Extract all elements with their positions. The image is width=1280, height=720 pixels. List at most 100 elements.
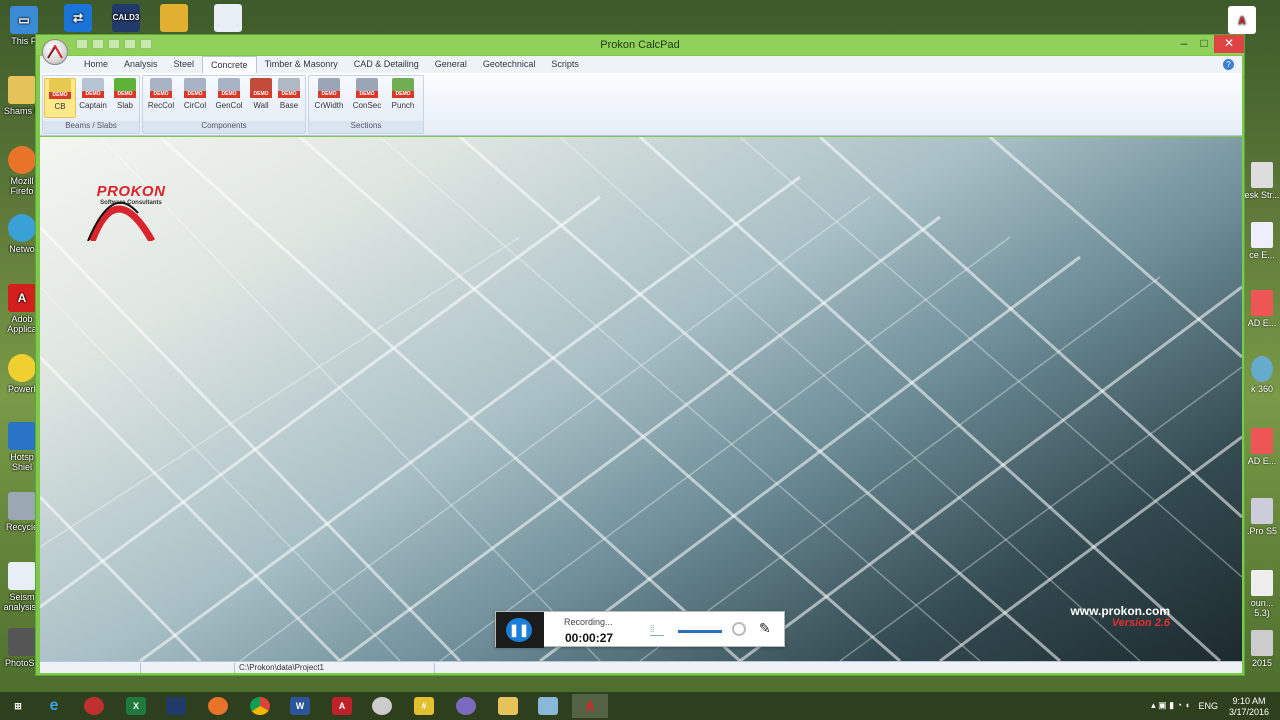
prokon-arch-icon [87, 201, 156, 241]
taskbar-app-grid[interactable]: # [406, 694, 442, 718]
prokon-icon: ∧ [584, 698, 596, 715]
app-icon [1251, 428, 1273, 454]
taskbar-excel[interactable]: X [118, 694, 154, 718]
prokon-logo: PROKON Software Consultants [86, 183, 176, 241]
desktop-icon-prokon-top[interactable]: ∧ [1222, 6, 1262, 36]
prokon-icon: ∧ [1228, 6, 1256, 34]
desktop-icon-label: AD E... [1247, 318, 1277, 328]
tray-icons[interactable]: ▴ ▣ ▮ ◔ ◖ [1151, 700, 1190, 711]
reccol-button[interactable]: DEMO RecCol [145, 78, 177, 110]
desktop-icon-right-7[interactable]: oun... 5.3) [1244, 570, 1280, 618]
app-icon [1251, 570, 1273, 596]
ribbon-group-beams-slabs: DEMO CB DEMO Captain DEMO Slab Beams / S… [42, 75, 140, 134]
slab-button[interactable]: DEMO Slab [109, 78, 141, 110]
tab-concrete[interactable]: Concrete [202, 56, 257, 73]
prokon-logo-icon [47, 45, 63, 59]
word-document-icon [214, 4, 242, 32]
system-tray: ▴ ▣ ▮ ◔ ◖ ENG 9:10 AM 3/17/2016 [1112, 692, 1272, 720]
captain-label: Captain [79, 101, 107, 110]
desktop-icon-right-4[interactable]: k 360 [1244, 356, 1280, 394]
start-button[interactable]: ⊞ [0, 694, 36, 718]
punch-button[interactable]: DEMO Punch [387, 78, 419, 110]
audio-level-icon: ⦙⦙ [650, 624, 664, 636]
desktop-icon-teamviewer[interactable]: ⇄ [58, 4, 98, 34]
close-button[interactable]: ✕ [1214, 35, 1244, 53]
crwidth-button[interactable]: DEMO CrWidth [313, 78, 345, 110]
wall-icon: DEMO [250, 78, 272, 98]
taskbar-app-notes[interactable] [530, 694, 566, 718]
desktop-icon-right-1[interactable]: esk Str... [1244, 162, 1280, 200]
desktop-icon-archive[interactable] [154, 4, 194, 34]
chrome-icon [250, 697, 270, 715]
taskbar-app-swirl[interactable] [448, 694, 484, 718]
taskbar-autocad[interactable]: A [324, 694, 360, 718]
taskbar-app-globe[interactable] [364, 694, 400, 718]
desktop-icon-right-8[interactable]: 2015 [1244, 630, 1280, 668]
taskbar-word[interactable]: W [282, 694, 318, 718]
shield-icon [8, 422, 36, 450]
pen-icon[interactable]: ✎ [759, 620, 771, 637]
recording-timer: 00:00:27 [565, 631, 614, 645]
base-button[interactable]: DEMO Base [273, 78, 305, 110]
desktop-icon-right-5[interactable]: AD E... [1244, 428, 1280, 466]
ribbon-group-sections: DEMO CrWidth DEMO ConSec DEMO Punch Sect… [308, 75, 424, 134]
language-indicator[interactable]: ENG [1198, 701, 1218, 711]
pause-button[interactable]: ❚❚ [506, 618, 532, 642]
firefox-icon [208, 697, 228, 715]
desktop-icon-right-3[interactable]: AD E... [1244, 290, 1280, 328]
minimize-button[interactable]: – [1174, 35, 1194, 53]
group-label-beams-slabs: Beams / Slabs [43, 121, 139, 133]
desktop-icon-word-doc[interactable] [208, 4, 248, 34]
circular-column-icon: DEMO [184, 78, 206, 98]
gencol-button[interactable]: DEMO GenCol [213, 78, 245, 110]
taskbar-prokon[interactable]: ∧ [572, 694, 608, 718]
version-label: Version 2.6 [1111, 617, 1170, 629]
cb-button[interactable]: DEMO CB [44, 78, 76, 118]
tab-cad-detailing[interactable]: CAD & Detailing [346, 56, 427, 73]
application-menu-button[interactable] [42, 39, 68, 65]
help-icon[interactable]: ? [1223, 59, 1234, 70]
desktop-icon-label: 2015 [1251, 658, 1273, 668]
clock-date: 3/17/2016 [1228, 707, 1270, 717]
gencol-label: GenCol [215, 101, 243, 110]
volume-slider[interactable] [678, 630, 722, 633]
windows-icon: ⊞ [14, 700, 22, 711]
punching-shear-icon: DEMO [392, 78, 414, 98]
webcam-icon[interactable] [732, 622, 746, 636]
desktop-icon-right-2[interactable]: ce E... [1244, 222, 1280, 260]
desktop-icon-right-6[interactable]: .Pro S5 [1244, 498, 1280, 536]
tab-home[interactable]: Home [76, 56, 116, 73]
window-title: Prokon CalcPad [600, 39, 680, 51]
archive-icon [160, 4, 188, 32]
tab-analysis[interactable]: Analysis [116, 56, 166, 73]
taskbar-app-red[interactable] [76, 694, 112, 718]
app-icon [84, 697, 104, 715]
ribbon-tabs: Home Analysis Steel Concrete Timber & Ma… [40, 56, 1242, 73]
ribbon-panel: DEMO CB DEMO Captain DEMO Slab Beams / S… [40, 73, 1242, 136]
tab-steel[interactable]: Steel [166, 56, 203, 73]
captain-icon: DEMO [82, 78, 104, 98]
crwidth-label: CrWidth [314, 101, 344, 110]
taskbar-chrome[interactable] [242, 694, 278, 718]
tab-scripts[interactable]: Scripts [543, 56, 587, 73]
clock[interactable]: 9:10 AM 3/17/2016 [1226, 696, 1272, 718]
splash-background: PROKON Software Consultants www.prokon.c… [40, 137, 1242, 661]
tab-geotechnical[interactable]: Geotechnical [475, 56, 544, 73]
taskbar-cald3[interactable] [158, 694, 194, 718]
app-icon [1251, 356, 1273, 382]
notes-icon [538, 697, 558, 715]
desktop-icon-cald3[interactable]: CALD3 [106, 4, 146, 34]
photo-icon [8, 628, 36, 656]
maximize-button[interactable]: □ [1194, 35, 1214, 53]
circol-button[interactable]: DEMO CirCol [179, 78, 211, 110]
tab-general[interactable]: General [427, 56, 475, 73]
consec-button[interactable]: DEMO ConSec [351, 78, 383, 110]
taskbar-firefox[interactable] [200, 694, 236, 718]
screen-recorder-widget: ❚❚ Recording... 00:00:27 ⦙⦙ ✎ [495, 611, 785, 648]
taskbar-explorer[interactable] [490, 694, 526, 718]
captain-button[interactable]: DEMO Captain [77, 78, 109, 110]
recording-status: Recording... [564, 617, 613, 627]
tab-timber-masonry[interactable]: Timber & Masonry [257, 56, 346, 73]
taskbar-ie[interactable]: e [36, 694, 72, 718]
base-label: Base [279, 101, 299, 110]
